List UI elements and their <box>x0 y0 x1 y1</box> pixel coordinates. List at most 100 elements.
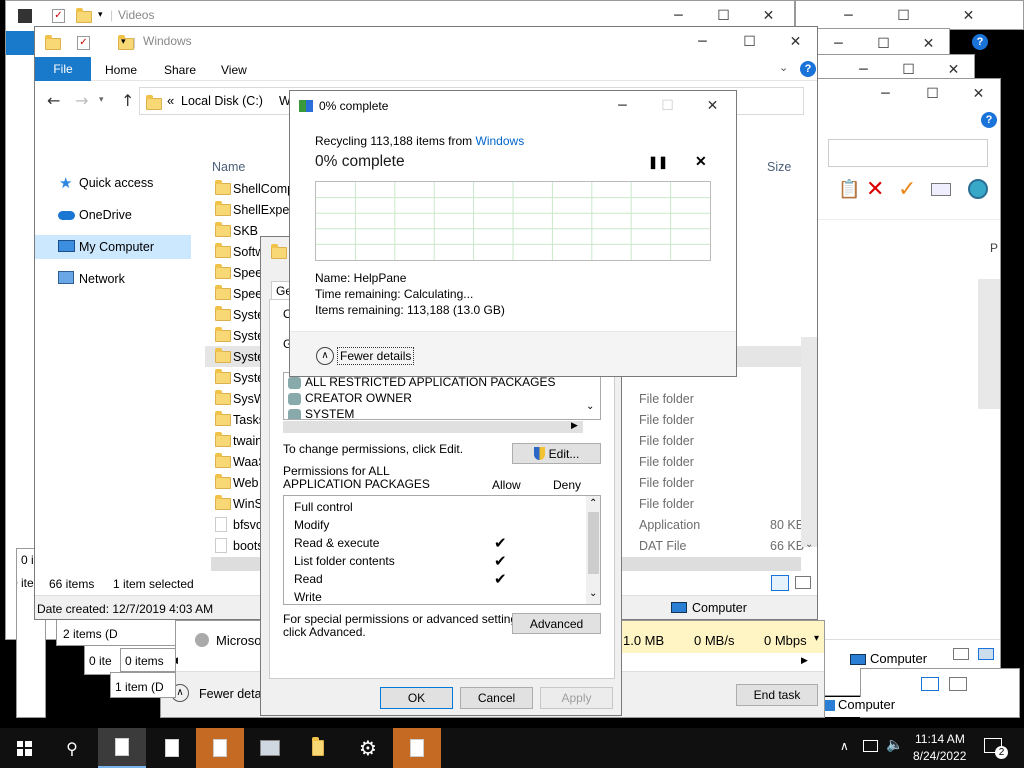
taskbar-app-flagged-2[interactable] <box>393 728 441 768</box>
tab-share[interactable]: Share <box>164 63 196 77</box>
help-icon[interactable]: ? <box>800 61 816 77</box>
edit-button[interactable]: Edit... <box>512 443 601 464</box>
computer-icon <box>671 602 687 613</box>
minimize-button[interactable]: ─ <box>680 27 725 57</box>
recent-dropdown-icon[interactable]: ▾ <box>99 94 104 105</box>
delete-icon[interactable]: ✕ <box>866 177 884 202</box>
document-icon <box>165 739 179 757</box>
details-view-icon[interactable] <box>953 648 969 660</box>
cancel-icon[interactable]: ✕ <box>695 153 707 170</box>
folder-icon <box>215 348 231 363</box>
checkmark-icon[interactable]: ✓ <box>898 177 916 202</box>
tiles-view-icon[interactable] <box>978 648 994 660</box>
column-header-name[interactable]: Name <box>212 160 245 174</box>
clock-time[interactable]: 11:14 AM <box>915 732 965 746</box>
expand-ribbon-icon[interactable]: ⌄ <box>779 61 788 74</box>
items-count: 0 ite <box>89 654 112 668</box>
details-view-icon[interactable] <box>771 575 789 591</box>
nav-item-my-computer[interactable]: My Computer <box>35 235 191 259</box>
close-button[interactable]: ✕ <box>690 91 735 121</box>
start-button[interactable] <box>0 728 48 768</box>
address-segment-local-disk[interactable]: Local Disk (C:) <box>181 94 263 108</box>
taskbar-app-settings[interactable]: ⚙ <box>344 728 392 768</box>
deny-header: Deny <box>553 478 582 492</box>
nav-item-network[interactable]: Network <box>35 267 191 289</box>
clipboard-icon[interactable]: 📋 <box>838 179 860 200</box>
taskbar-app-flagged[interactable] <box>196 728 244 768</box>
minimize-button[interactable]: ─ <box>863 79 908 109</box>
pause-button[interactable]: ❚❚ <box>648 155 668 169</box>
apply-button[interactable]: Apply <box>540 687 613 709</box>
volume-icon[interactable]: 🔈 <box>886 737 903 753</box>
fewer-details-link[interactable]: Fewer detail <box>199 687 267 701</box>
taskbar-app-notepad-active[interactable] <box>98 728 146 768</box>
permission-name: Full control <box>294 500 353 514</box>
close-button[interactable]: ✕ <box>773 27 817 57</box>
maximize-button[interactable]: ☐ <box>881 1 926 29</box>
envelope-icon[interactable] <box>931 183 951 196</box>
folder-icon <box>312 737 324 756</box>
forward-icon[interactable]: → <box>75 91 88 110</box>
file-type: File folder <box>639 413 694 427</box>
nav-item-onedrive[interactable]: OneDrive <box>35 205 191 227</box>
file-icon <box>215 517 227 532</box>
speed-graph <box>316 182 710 260</box>
source-folder-link[interactable]: Windows <box>476 134 525 148</box>
principals-list[interactable]: ALL RESTRICTED APPLICATION PACKAGES CREAT… <box>283 372 601 420</box>
principal-item[interactable]: SYSTEM <box>288 407 354 419</box>
user-group-icon <box>288 392 301 405</box>
maximize-button[interactable]: ☐ <box>910 79 955 109</box>
taskbar-app-task-manager[interactable] <box>246 728 294 768</box>
column-header-size[interactable]: Size <box>767 160 791 174</box>
fewer-details-button[interactable]: Fewer details <box>337 347 415 365</box>
special-permissions-text: For special permissions or advanced sett… <box>283 612 527 639</box>
ribbon-tabs: File Home Share View ⌄ ? <box>35 57 817 81</box>
search-box[interactable] <box>828 139 988 167</box>
principal-item[interactable]: ALL RESTRICTED APPLICATION PACKAGES <box>288 375 556 389</box>
recycling-text: Recycling 113,188 items from Windows <box>315 134 524 148</box>
tab-home[interactable]: Home <box>105 63 137 77</box>
advanced-button[interactable]: Advanced <box>512 613 601 634</box>
vertical-scrollbar[interactable]: ⌃ ⌄ <box>586 496 600 604</box>
folder-icon <box>215 453 231 468</box>
principal-item[interactable]: CREATOR OWNER <box>288 391 412 405</box>
folder-icon <box>215 327 231 342</box>
star-icon: ★ <box>59 174 73 192</box>
maximize-button[interactable]: ☐ <box>727 27 772 57</box>
details-view-icon[interactable] <box>921 677 939 691</box>
folder-icon <box>215 243 231 258</box>
folder-icon <box>271 244 287 259</box>
network-tray-icon[interactable] <box>863 740 878 752</box>
back-icon[interactable]: ← <box>47 91 60 110</box>
large-icons-view-icon[interactable] <box>795 576 811 589</box>
cancel-button[interactable]: Cancel <box>460 687 533 709</box>
taskbar-app-notepad[interactable] <box>148 728 196 768</box>
help-icon[interactable]: ? <box>972 34 988 50</box>
close-button[interactable]: ✕ <box>946 1 991 29</box>
chevron-up-icon[interactable]: ∧ <box>840 739 849 753</box>
taskbar-app-file-explorer[interactable] <box>294 728 342 768</box>
collapse-icon[interactable]: ∧ <box>316 347 334 365</box>
items-count: 2 items (D <box>63 627 118 641</box>
tab-view[interactable]: View <box>221 63 247 77</box>
computer-icon <box>850 654 866 666</box>
help-icon[interactable]: ? <box>981 112 997 128</box>
nav-item-quick-access[interactable]: ★ Quick access <box>35 173 191 195</box>
search-button[interactable]: ⚲ <box>48 728 96 768</box>
vertical-scrollbar[interactable] <box>801 337 817 547</box>
tiles-view-icon[interactable] <box>949 677 967 691</box>
globe-icon[interactable] <box>968 179 988 199</box>
address-overflow[interactable]: « <box>167 93 174 108</box>
up-icon[interactable]: ↑ <box>121 91 134 110</box>
clock-date[interactable]: 8/24/2022 <box>913 749 966 763</box>
maximize-button[interactable]: ☐ <box>645 91 690 121</box>
selection-count: 1 item selected <box>113 577 194 591</box>
tab-file[interactable]: File <box>35 57 91 81</box>
minimize-button[interactable]: ─ <box>826 1 871 29</box>
close-button[interactable]: ✕ <box>956 79 1000 109</box>
minimize-button[interactable]: ─ <box>600 91 645 121</box>
end-task-button[interactable]: End task <box>736 684 818 706</box>
ok-button[interactable]: OK <box>380 687 453 709</box>
network-value: 0 Mbps <box>764 633 807 648</box>
bg-window-left-c: 1 item (D <box>110 672 176 698</box>
